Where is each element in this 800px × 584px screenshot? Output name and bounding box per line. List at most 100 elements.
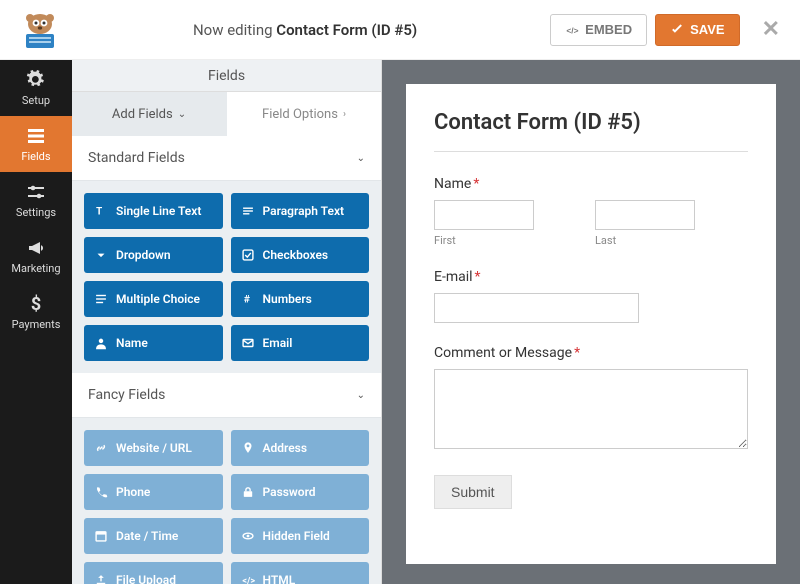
builder-header: Fields: [72, 60, 381, 92]
field-password[interactable]: Password: [231, 474, 370, 510]
upload-icon: [94, 573, 108, 584]
field-label: Address: [263, 441, 308, 455]
check-icon: [670, 23, 684, 37]
comment-label: Comment or Message*: [434, 345, 748, 361]
nav-fields[interactable]: Fields: [0, 116, 72, 172]
field-label: Name: [116, 336, 148, 350]
nav-payments[interactable]: Payments: [0, 284, 72, 340]
embed-button[interactable]: EMBED: [550, 14, 647, 46]
close-icon[interactable]: ✕: [762, 17, 780, 42]
name-label: Name*: [434, 176, 748, 192]
field-label: HTML: [263, 573, 296, 584]
hash-icon: [241, 292, 255, 306]
field-single-line-text[interactable]: Single Line Text: [84, 193, 223, 229]
field-label: Dropdown: [116, 248, 171, 262]
field-label: Hidden Field: [263, 529, 330, 543]
field-email[interactable]: E-mail*: [434, 269, 748, 323]
para-icon: [241, 204, 255, 218]
section-title: Fancy Fields: [88, 387, 165, 403]
field-file-upload[interactable]: File Upload: [84, 562, 223, 584]
comment-textarea[interactable]: [434, 369, 748, 449]
field-multiple-choice[interactable]: Multiple Choice: [84, 281, 223, 317]
caret-icon: [94, 248, 108, 262]
text-icon: [94, 204, 108, 218]
field-label: Phone: [116, 485, 150, 499]
editing-prefix: Now editing: [193, 21, 276, 39]
section-fancy[interactable]: Fancy Fields⌄: [72, 373, 381, 418]
field-label: Password: [263, 485, 316, 499]
save-label: SAVE: [690, 22, 724, 37]
nav-label: Settings: [16, 206, 56, 219]
email-input[interactable]: [434, 293, 639, 323]
field-name[interactable]: Name: [84, 325, 223, 361]
field-checkboxes[interactable]: Checkboxes: [231, 237, 370, 273]
nav-settings[interactable]: Settings: [0, 172, 72, 228]
field-address[interactable]: Address: [231, 430, 370, 466]
section-std[interactable]: Standard Fields ⌄: [72, 136, 381, 181]
field-html[interactable]: HTML: [231, 562, 370, 584]
tab-add-label: Add Fields: [112, 107, 173, 122]
chevron-right-icon: ›: [343, 109, 346, 120]
nav-label: Marketing: [11, 262, 60, 275]
first-sublabel: First: [434, 234, 587, 247]
nav-setup[interactable]: Setup: [0, 60, 72, 116]
field-numbers[interactable]: Numbers: [231, 281, 370, 317]
email-label: E-mail*: [434, 269, 748, 285]
editing-title: Now editing Contact Form (ID #5): [60, 21, 550, 39]
field-email[interactable]: Email: [231, 325, 370, 361]
cal-icon: [94, 529, 108, 543]
lock-icon: [241, 485, 255, 499]
field-date-time[interactable]: Date / Time: [84, 518, 223, 554]
field-label: Website / URL: [116, 441, 192, 455]
form-title: Contact Form (ID #5): [434, 110, 748, 152]
nav-label: Setup: [22, 94, 50, 107]
nav-marketing[interactable]: Marketing: [0, 228, 72, 284]
last-name-input[interactable]: [595, 200, 695, 230]
mail-icon: [241, 336, 255, 350]
field-dropdown[interactable]: Dropdown: [84, 237, 223, 273]
topbar: Now editing Contact Form (ID #5) EMBED S…: [0, 0, 800, 60]
submit-button[interactable]: Submit: [434, 475, 512, 509]
field-label: Numbers: [263, 292, 312, 306]
last-sublabel: Last: [595, 234, 748, 247]
chevron-down-icon: ⌄: [357, 153, 365, 164]
preview-canvas: Contact Form (ID #5) Name* First Last E-…: [382, 60, 800, 584]
grid-fancy: Website / URL Address Phone Password Date / …: [72, 418, 381, 584]
tab-field-options[interactable]: Field Options ›: [226, 92, 381, 136]
embed-icon: [565, 23, 579, 37]
gear-icon: [26, 70, 46, 90]
grid-std: Single Line TextParagraph Text Dropdown Ch…: [72, 181, 381, 373]
tab-add-fields[interactable]: Add Fields ⌄: [72, 92, 226, 136]
field-website-url[interactable]: Website / URL: [84, 430, 223, 466]
field-label: File Upload: [116, 573, 176, 584]
field-label: Checkboxes: [263, 248, 329, 262]
embed-label: EMBED: [585, 22, 632, 37]
dollar-icon: [26, 294, 46, 314]
left-nav: Setup Fields Settings Marketing Payments: [0, 60, 72, 584]
builder-panel: Fields Add Fields ⌄ Field Options › Stan…: [72, 60, 382, 584]
save-button[interactable]: SAVE: [655, 14, 739, 46]
field-phone[interactable]: Phone: [84, 474, 223, 510]
radio-icon: [94, 292, 108, 306]
field-label: Email: [263, 336, 293, 350]
list-icon: [26, 126, 46, 146]
first-name-input[interactable]: [434, 200, 534, 230]
field-label: Date / Time: [116, 529, 178, 543]
check-icon: [241, 248, 255, 262]
form-preview: Contact Form (ID #5) Name* First Last E-…: [406, 84, 776, 564]
nav-label: Fields: [21, 150, 50, 163]
field-name[interactable]: Name* First Last: [434, 176, 748, 247]
eye-icon: [241, 529, 255, 543]
section-title: Standard Fields: [88, 150, 185, 166]
editing-form-name: Contact Form (ID #5): [276, 21, 417, 39]
fields-panel[interactable]: Standard Fields ⌄ Single Line TextParagrap…: [72, 136, 381, 584]
field-comment[interactable]: Comment or Message*: [434, 345, 748, 453]
bullhorn-icon: [26, 238, 46, 258]
app-logo: [20, 10, 60, 50]
builder-tabs: Add Fields ⌄ Field Options ›: [72, 92, 381, 136]
field-hidden-field[interactable]: Hidden Field: [231, 518, 370, 554]
field-paragraph-text[interactable]: Paragraph Text: [231, 193, 370, 229]
code-icon: [241, 573, 255, 584]
nav-label: Payments: [12, 318, 61, 331]
user-icon: [94, 336, 108, 350]
